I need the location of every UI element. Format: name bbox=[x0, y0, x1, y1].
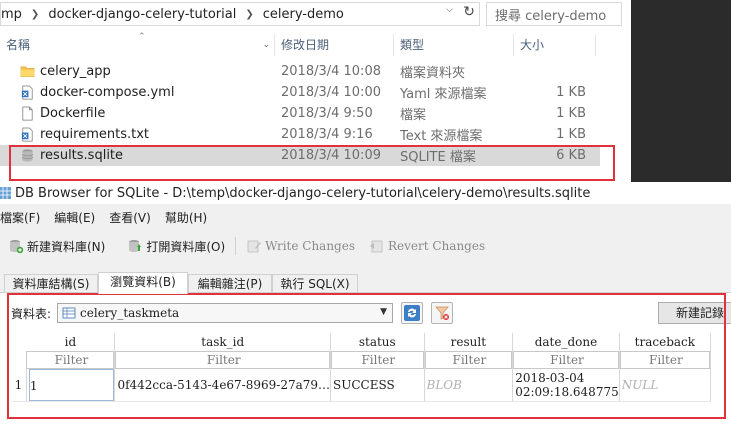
search-input[interactable]: 搜尋 celery-demo bbox=[486, 2, 622, 26]
file-name: docker-compose.yml bbox=[40, 85, 175, 100]
write-changes-label: Write Changes bbox=[265, 239, 355, 253]
annotation-highlight-box bbox=[9, 145, 615, 181]
file-date: 2018/3/4 10:08 bbox=[281, 64, 381, 79]
menu-bar: 檔案(F) 編輯(E) 查看(V) 幫助(H) bbox=[0, 207, 731, 227]
app-logo-icon bbox=[0, 187, 11, 199]
revert-changes-label: Revert Changes bbox=[388, 239, 486, 253]
menu-file[interactable]: 檔案(F) bbox=[0, 209, 40, 226]
search-placeholder: 搜尋 celery-demo bbox=[495, 8, 607, 24]
new-database-icon bbox=[10, 240, 24, 254]
file-type: 檔案 bbox=[400, 108, 427, 123]
file-date: 2018/3/4 10:00 bbox=[281, 85, 381, 100]
new-database-label: 新建資料庫(N) bbox=[27, 239, 106, 254]
yaml-file-icon bbox=[21, 85, 33, 100]
window-titlebar: DB Browser for SQLite - D:\temp\docker-d… bbox=[0, 182, 731, 204]
breadcrumb-separator-icon[interactable]: ❯ bbox=[245, 9, 253, 20]
revert-changes-icon bbox=[370, 240, 383, 253]
column-header-size[interactable]: 大小 bbox=[514, 34, 596, 56]
file-list-header: ⌃ 名稱 ⌄ 修改日期 類型 大小 bbox=[0, 32, 600, 56]
open-database-icon bbox=[129, 240, 142, 252]
tab-browse-data[interactable]: 瀏覽資料(B) bbox=[98, 272, 188, 294]
column-header-name[interactable]: ⌃ 名稱 ⌄ bbox=[0, 32, 275, 56]
file-name: Dockerfile bbox=[40, 106, 106, 121]
file-type: 檔案資料夾 bbox=[400, 66, 466, 81]
toolbar: 新建資料庫(N) 打開資料庫(O) Write Changes Revert C… bbox=[0, 234, 731, 258]
menu-view[interactable]: 查看(V) bbox=[109, 209, 151, 226]
menu-edit[interactable]: 編輯(E) bbox=[54, 209, 95, 226]
folder-icon bbox=[20, 66, 35, 77]
open-database-button[interactable]: 打開資料庫(O) bbox=[127, 238, 225, 255]
write-changes-icon bbox=[247, 240, 262, 253]
column-header-type[interactable]: 類型 bbox=[394, 34, 514, 56]
breadcrumb-separator-icon[interactable]: ❯ bbox=[31, 9, 39, 20]
file-type: Yaml 來源檔案 bbox=[400, 87, 487, 102]
refresh-icon[interactable]: ↻ bbox=[463, 4, 475, 20]
file-row-docker-compose[interactable]: docker-compose.yml 2018/3/4 10:00 Yaml 來… bbox=[0, 82, 600, 103]
file-name: requirements.txt bbox=[40, 127, 150, 142]
file-date: 2018/3/4 9:50 bbox=[281, 106, 373, 121]
chevron-down-icon[interactable]: ⌵ bbox=[446, 5, 453, 15]
annotation-highlight-box bbox=[7, 293, 726, 419]
column-header-label: 大小 bbox=[520, 38, 545, 52]
breadcrumb-item[interactable]: mp bbox=[1, 7, 22, 22]
file-row-dockerfile[interactable]: Dockerfile 2018/3/4 9:50 檔案 1 KB bbox=[0, 103, 600, 124]
toolbar-separator bbox=[235, 237, 237, 255]
window-title: DB Browser for SQLite - D:\temp\docker-d… bbox=[15, 185, 591, 201]
tab-edit-pragmas[interactable]: 編輯雜注(P) bbox=[188, 274, 272, 293]
blank-file-icon bbox=[22, 106, 33, 121]
file-name: celery_app bbox=[40, 64, 111, 79]
tab-database-structure[interactable]: 資料庫結構(S) bbox=[4, 274, 98, 293]
chevron-down-icon[interactable]: ⌄ bbox=[262, 34, 270, 56]
file-date: 2018/3/4 9:16 bbox=[281, 127, 373, 142]
breadcrumb-item[interactable]: docker-django-celery-tutorial bbox=[48, 7, 236, 22]
file-size: 1 KB bbox=[556, 106, 586, 121]
column-header-date[interactable]: 修改日期 bbox=[275, 34, 394, 56]
file-row-requirements[interactable]: requirements.txt 2018/3/4 9:16 Text 來源檔案… bbox=[0, 124, 600, 145]
file-row-celery-app[interactable]: celery_app 2018/3/4 10:08 檔案資料夾 bbox=[0, 61, 600, 82]
background-window-edge bbox=[631, 0, 731, 182]
column-header-label: 名稱 bbox=[6, 38, 31, 52]
sort-ascending-icon: ⌃ bbox=[138, 32, 146, 42]
new-database-button[interactable]: 新建資料庫(N) bbox=[8, 238, 105, 255]
file-type: Text 來源檔案 bbox=[400, 129, 483, 144]
address-bar[interactable]: mp ❯ docker-django-celery-tutorial ❯ cel… bbox=[0, 2, 480, 26]
revert-changes-button[interactable]: Revert Changes bbox=[369, 238, 485, 254]
column-header-label: 修改日期 bbox=[281, 38, 330, 52]
menu-help[interactable]: 幫助(H) bbox=[165, 209, 207, 226]
write-changes-button[interactable]: Write Changes bbox=[246, 238, 355, 254]
text-file-icon bbox=[21, 127, 33, 142]
tab-execute-sql[interactable]: 執行 SQL(X) bbox=[272, 274, 358, 293]
column-header-label: 類型 bbox=[400, 38, 425, 52]
tab-bar: 資料庫結構(S) 瀏覽資料(B) 編輯雜注(P) 執行 SQL(X) bbox=[0, 272, 731, 294]
open-database-label: 打開資料庫(O) bbox=[146, 239, 226, 254]
file-size: 1 KB bbox=[556, 85, 586, 100]
file-explorer-window: mp ❯ docker-django-celery-tutorial ❯ cel… bbox=[0, 0, 631, 182]
breadcrumb-item[interactable]: celery-demo bbox=[263, 7, 344, 22]
file-size: 1 KB bbox=[556, 127, 586, 142]
